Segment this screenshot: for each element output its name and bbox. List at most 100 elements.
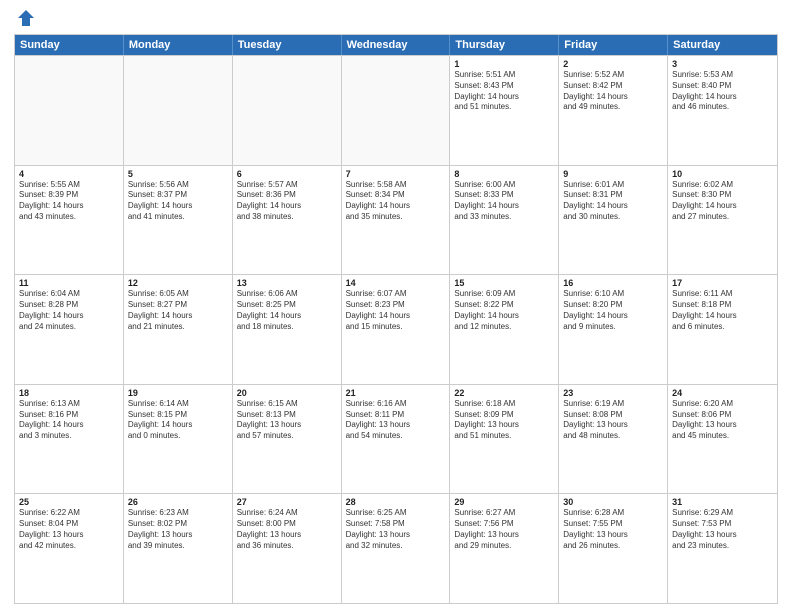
day-cell-13: 13Sunrise: 6:06 AMSunset: 8:25 PMDayligh… (233, 275, 342, 384)
logo (14, 10, 36, 28)
day-info: Sunrise: 6:06 AMSunset: 8:25 PMDaylight:… (237, 289, 337, 332)
calendar-row-3: 18Sunrise: 6:13 AMSunset: 8:16 PMDayligh… (15, 384, 777, 494)
day-cell-9: 9Sunrise: 6:01 AMSunset: 8:31 PMDaylight… (559, 166, 668, 275)
day-number: 18 (19, 388, 119, 398)
day-cell-6: 6Sunrise: 5:57 AMSunset: 8:36 PMDaylight… (233, 166, 342, 275)
day-number: 3 (672, 59, 773, 69)
day-info: Sunrise: 5:58 AMSunset: 8:34 PMDaylight:… (346, 180, 446, 223)
day-number: 8 (454, 169, 554, 179)
day-number: 15 (454, 278, 554, 288)
day-number: 13 (237, 278, 337, 288)
day-cell-30: 30Sunrise: 6:28 AMSunset: 7:55 PMDayligh… (559, 494, 668, 603)
header-day-wednesday: Wednesday (342, 35, 451, 55)
day-number: 14 (346, 278, 446, 288)
day-info: Sunrise: 6:29 AMSunset: 7:53 PMDaylight:… (672, 508, 773, 551)
page: SundayMondayTuesdayWednesdayThursdayFrid… (0, 0, 792, 612)
day-info: Sunrise: 6:22 AMSunset: 8:04 PMDaylight:… (19, 508, 119, 551)
day-info: Sunrise: 6:19 AMSunset: 8:08 PMDaylight:… (563, 399, 663, 442)
day-info: Sunrise: 6:01 AMSunset: 8:31 PMDaylight:… (563, 180, 663, 223)
day-cell-16: 16Sunrise: 6:10 AMSunset: 8:20 PMDayligh… (559, 275, 668, 384)
day-cell-12: 12Sunrise: 6:05 AMSunset: 8:27 PMDayligh… (124, 275, 233, 384)
day-info: Sunrise: 6:05 AMSunset: 8:27 PMDaylight:… (128, 289, 228, 332)
day-number: 11 (19, 278, 119, 288)
day-number: 5 (128, 169, 228, 179)
calendar-row-2: 11Sunrise: 6:04 AMSunset: 8:28 PMDayligh… (15, 274, 777, 384)
day-number: 19 (128, 388, 228, 398)
day-cell-8: 8Sunrise: 6:00 AMSunset: 8:33 PMDaylight… (450, 166, 559, 275)
day-cell-2: 2Sunrise: 5:52 AMSunset: 8:42 PMDaylight… (559, 56, 668, 165)
calendar: SundayMondayTuesdayWednesdayThursdayFrid… (14, 34, 778, 604)
day-info: Sunrise: 6:20 AMSunset: 8:06 PMDaylight:… (672, 399, 773, 442)
day-number: 26 (128, 497, 228, 507)
day-info: Sunrise: 6:09 AMSunset: 8:22 PMDaylight:… (454, 289, 554, 332)
day-cell-25: 25Sunrise: 6:22 AMSunset: 8:04 PMDayligh… (15, 494, 124, 603)
day-number: 10 (672, 169, 773, 179)
day-info: Sunrise: 6:15 AMSunset: 8:13 PMDaylight:… (237, 399, 337, 442)
logo-text (14, 10, 36, 28)
day-cell-27: 27Sunrise: 6:24 AMSunset: 8:00 PMDayligh… (233, 494, 342, 603)
day-info: Sunrise: 6:16 AMSunset: 8:11 PMDaylight:… (346, 399, 446, 442)
day-info: Sunrise: 6:25 AMSunset: 7:58 PMDaylight:… (346, 508, 446, 551)
day-cell-23: 23Sunrise: 6:19 AMSunset: 8:08 PMDayligh… (559, 385, 668, 494)
header-day-monday: Monday (124, 35, 233, 55)
day-info: Sunrise: 6:23 AMSunset: 8:02 PMDaylight:… (128, 508, 228, 551)
day-number: 6 (237, 169, 337, 179)
day-info: Sunrise: 6:11 AMSunset: 8:18 PMDaylight:… (672, 289, 773, 332)
day-number: 24 (672, 388, 773, 398)
day-cell-15: 15Sunrise: 6:09 AMSunset: 8:22 PMDayligh… (450, 275, 559, 384)
day-cell-5: 5Sunrise: 5:56 AMSunset: 8:37 PMDaylight… (124, 166, 233, 275)
header-day-saturday: Saturday (668, 35, 777, 55)
day-number: 9 (563, 169, 663, 179)
day-number: 30 (563, 497, 663, 507)
day-cell-1: 1Sunrise: 5:51 AMSunset: 8:43 PMDaylight… (450, 56, 559, 165)
day-info: Sunrise: 5:55 AMSunset: 8:39 PMDaylight:… (19, 180, 119, 223)
day-cell-14: 14Sunrise: 6:07 AMSunset: 8:23 PMDayligh… (342, 275, 451, 384)
day-info: Sunrise: 5:53 AMSunset: 8:40 PMDaylight:… (672, 70, 773, 113)
day-number: 21 (346, 388, 446, 398)
calendar-body: 1Sunrise: 5:51 AMSunset: 8:43 PMDaylight… (15, 55, 777, 603)
header-day-thursday: Thursday (450, 35, 559, 55)
day-info: Sunrise: 6:02 AMSunset: 8:30 PMDaylight:… (672, 180, 773, 223)
day-number: 31 (672, 497, 773, 507)
calendar-row-4: 25Sunrise: 6:22 AMSunset: 8:04 PMDayligh… (15, 493, 777, 603)
day-cell-26: 26Sunrise: 6:23 AMSunset: 8:02 PMDayligh… (124, 494, 233, 603)
day-info: Sunrise: 6:13 AMSunset: 8:16 PMDaylight:… (19, 399, 119, 442)
day-cell-10: 10Sunrise: 6:02 AMSunset: 8:30 PMDayligh… (668, 166, 777, 275)
calendar-header: SundayMondayTuesdayWednesdayThursdayFrid… (15, 35, 777, 55)
day-info: Sunrise: 5:51 AMSunset: 8:43 PMDaylight:… (454, 70, 554, 113)
day-number: 27 (237, 497, 337, 507)
day-number: 23 (563, 388, 663, 398)
calendar-row-0: 1Sunrise: 5:51 AMSunset: 8:43 PMDaylight… (15, 55, 777, 165)
day-number: 4 (19, 169, 119, 179)
day-info: Sunrise: 6:04 AMSunset: 8:28 PMDaylight:… (19, 289, 119, 332)
header-day-sunday: Sunday (15, 35, 124, 55)
day-cell-18: 18Sunrise: 6:13 AMSunset: 8:16 PMDayligh… (15, 385, 124, 494)
day-number: 1 (454, 59, 554, 69)
day-number: 25 (19, 497, 119, 507)
empty-cell (233, 56, 342, 165)
header-day-tuesday: Tuesday (233, 35, 342, 55)
day-cell-17: 17Sunrise: 6:11 AMSunset: 8:18 PMDayligh… (668, 275, 777, 384)
day-info: Sunrise: 6:00 AMSunset: 8:33 PMDaylight:… (454, 180, 554, 223)
logo-icon (16, 8, 36, 28)
day-cell-20: 20Sunrise: 6:15 AMSunset: 8:13 PMDayligh… (233, 385, 342, 494)
day-info: Sunrise: 6:28 AMSunset: 7:55 PMDaylight:… (563, 508, 663, 551)
day-number: 7 (346, 169, 446, 179)
day-cell-29: 29Sunrise: 6:27 AMSunset: 7:56 PMDayligh… (450, 494, 559, 603)
day-info: Sunrise: 6:27 AMSunset: 7:56 PMDaylight:… (454, 508, 554, 551)
day-cell-7: 7Sunrise: 5:58 AMSunset: 8:34 PMDaylight… (342, 166, 451, 275)
day-number: 29 (454, 497, 554, 507)
day-number: 20 (237, 388, 337, 398)
day-info: Sunrise: 5:56 AMSunset: 8:37 PMDaylight:… (128, 180, 228, 223)
day-number: 17 (672, 278, 773, 288)
day-cell-3: 3Sunrise: 5:53 AMSunset: 8:40 PMDaylight… (668, 56, 777, 165)
day-number: 2 (563, 59, 663, 69)
day-info: Sunrise: 5:52 AMSunset: 8:42 PMDaylight:… (563, 70, 663, 113)
empty-cell (15, 56, 124, 165)
day-info: Sunrise: 6:24 AMSunset: 8:00 PMDaylight:… (237, 508, 337, 551)
day-cell-4: 4Sunrise: 5:55 AMSunset: 8:39 PMDaylight… (15, 166, 124, 275)
header (14, 10, 778, 28)
day-cell-28: 28Sunrise: 6:25 AMSunset: 7:58 PMDayligh… (342, 494, 451, 603)
day-number: 16 (563, 278, 663, 288)
day-cell-31: 31Sunrise: 6:29 AMSunset: 7:53 PMDayligh… (668, 494, 777, 603)
